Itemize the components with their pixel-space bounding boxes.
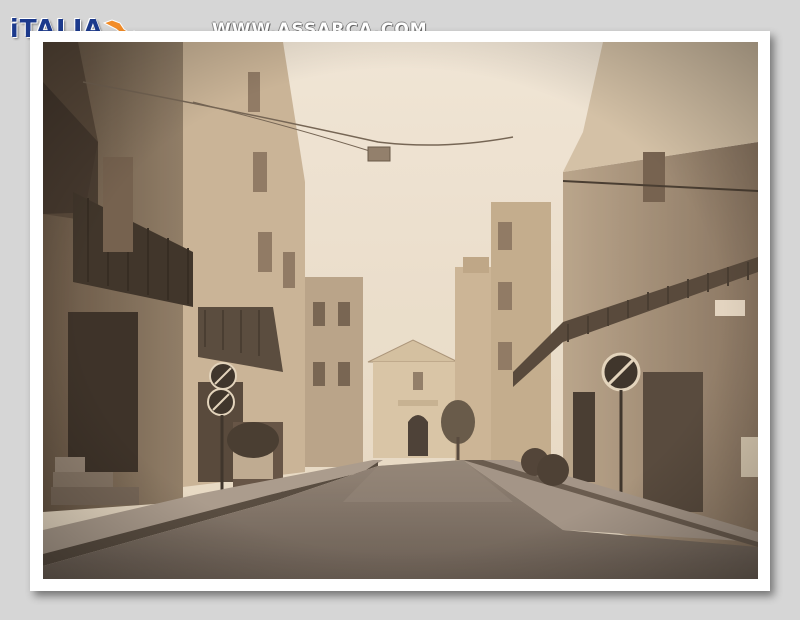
photo-frame [30,31,770,591]
street-photo [43,42,758,579]
street-photo-drawing [43,42,758,579]
